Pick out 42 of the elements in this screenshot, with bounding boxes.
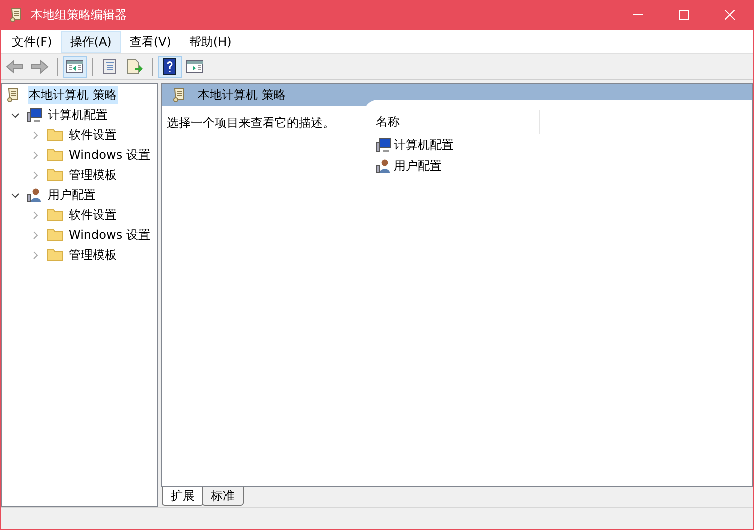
left-arrow-icon <box>5 58 25 74</box>
computer-icon <box>27 107 43 123</box>
user-icon <box>27 187 43 203</box>
tree-item[interactable]: 用户配置 <box>47 186 97 204</box>
tree-item[interactable]: 软件设置 <box>68 206 118 224</box>
tab[interactable]: 扩展 <box>162 487 204 506</box>
description-text: 选择一个项目来查看它的描述。 <box>167 116 335 130</box>
menu-item[interactable]: 操作(A) <box>61 30 121 52</box>
tab[interactable]: 标准 <box>202 487 244 506</box>
right-arrow-icon <box>30 58 50 74</box>
column-header[interactable]: 名称 <box>364 110 540 134</box>
list-item[interactable]: 用户配置 <box>394 156 442 174</box>
tree-item[interactable]: 计算机配置 <box>47 106 109 124</box>
close-icon <box>725 10 735 20</box>
pane-icon <box>186 58 204 74</box>
window-title: 本地组策略编辑器 <box>31 7 127 24</box>
folder-icon <box>47 148 64 162</box>
export-icon <box>126 58 144 74</box>
folder-icon <box>47 248 64 262</box>
user-icon <box>376 158 392 174</box>
folder-icon <box>47 208 64 222</box>
tree-item[interactable]: 软件设置 <box>68 126 118 144</box>
folder-icon <box>47 128 64 142</box>
computer-icon <box>376 136 392 152</box>
pane-title: 本地计算机 策略 <box>198 87 286 104</box>
tree-item[interactable]: 本地计算机 策略 <box>28 86 118 104</box>
maximize-icon <box>679 10 689 20</box>
list-item[interactable]: 计算机配置 <box>394 136 454 154</box>
folder-icon <box>47 168 64 182</box>
folder-icon <box>47 228 64 242</box>
menu-item[interactable]: 文件(F) <box>3 30 62 52</box>
tree-item[interactable]: 管理模板 <box>68 246 118 264</box>
pane-icon <box>66 58 84 74</box>
tree-item[interactable]: Windows 设置 <box>68 146 152 164</box>
menu-item[interactable]: 查看(V) <box>120 30 180 52</box>
document-icon <box>102 58 118 74</box>
tree-item[interactable]: Windows 设置 <box>68 226 152 244</box>
tree-item[interactable]: 管理模板 <box>68 166 118 184</box>
tree-toggle-button[interactable] <box>63 56 87 78</box>
menu-item[interactable]: 帮助(H) <box>180 30 241 52</box>
help-button[interactable] <box>158 56 182 78</box>
help-icon <box>162 58 178 76</box>
